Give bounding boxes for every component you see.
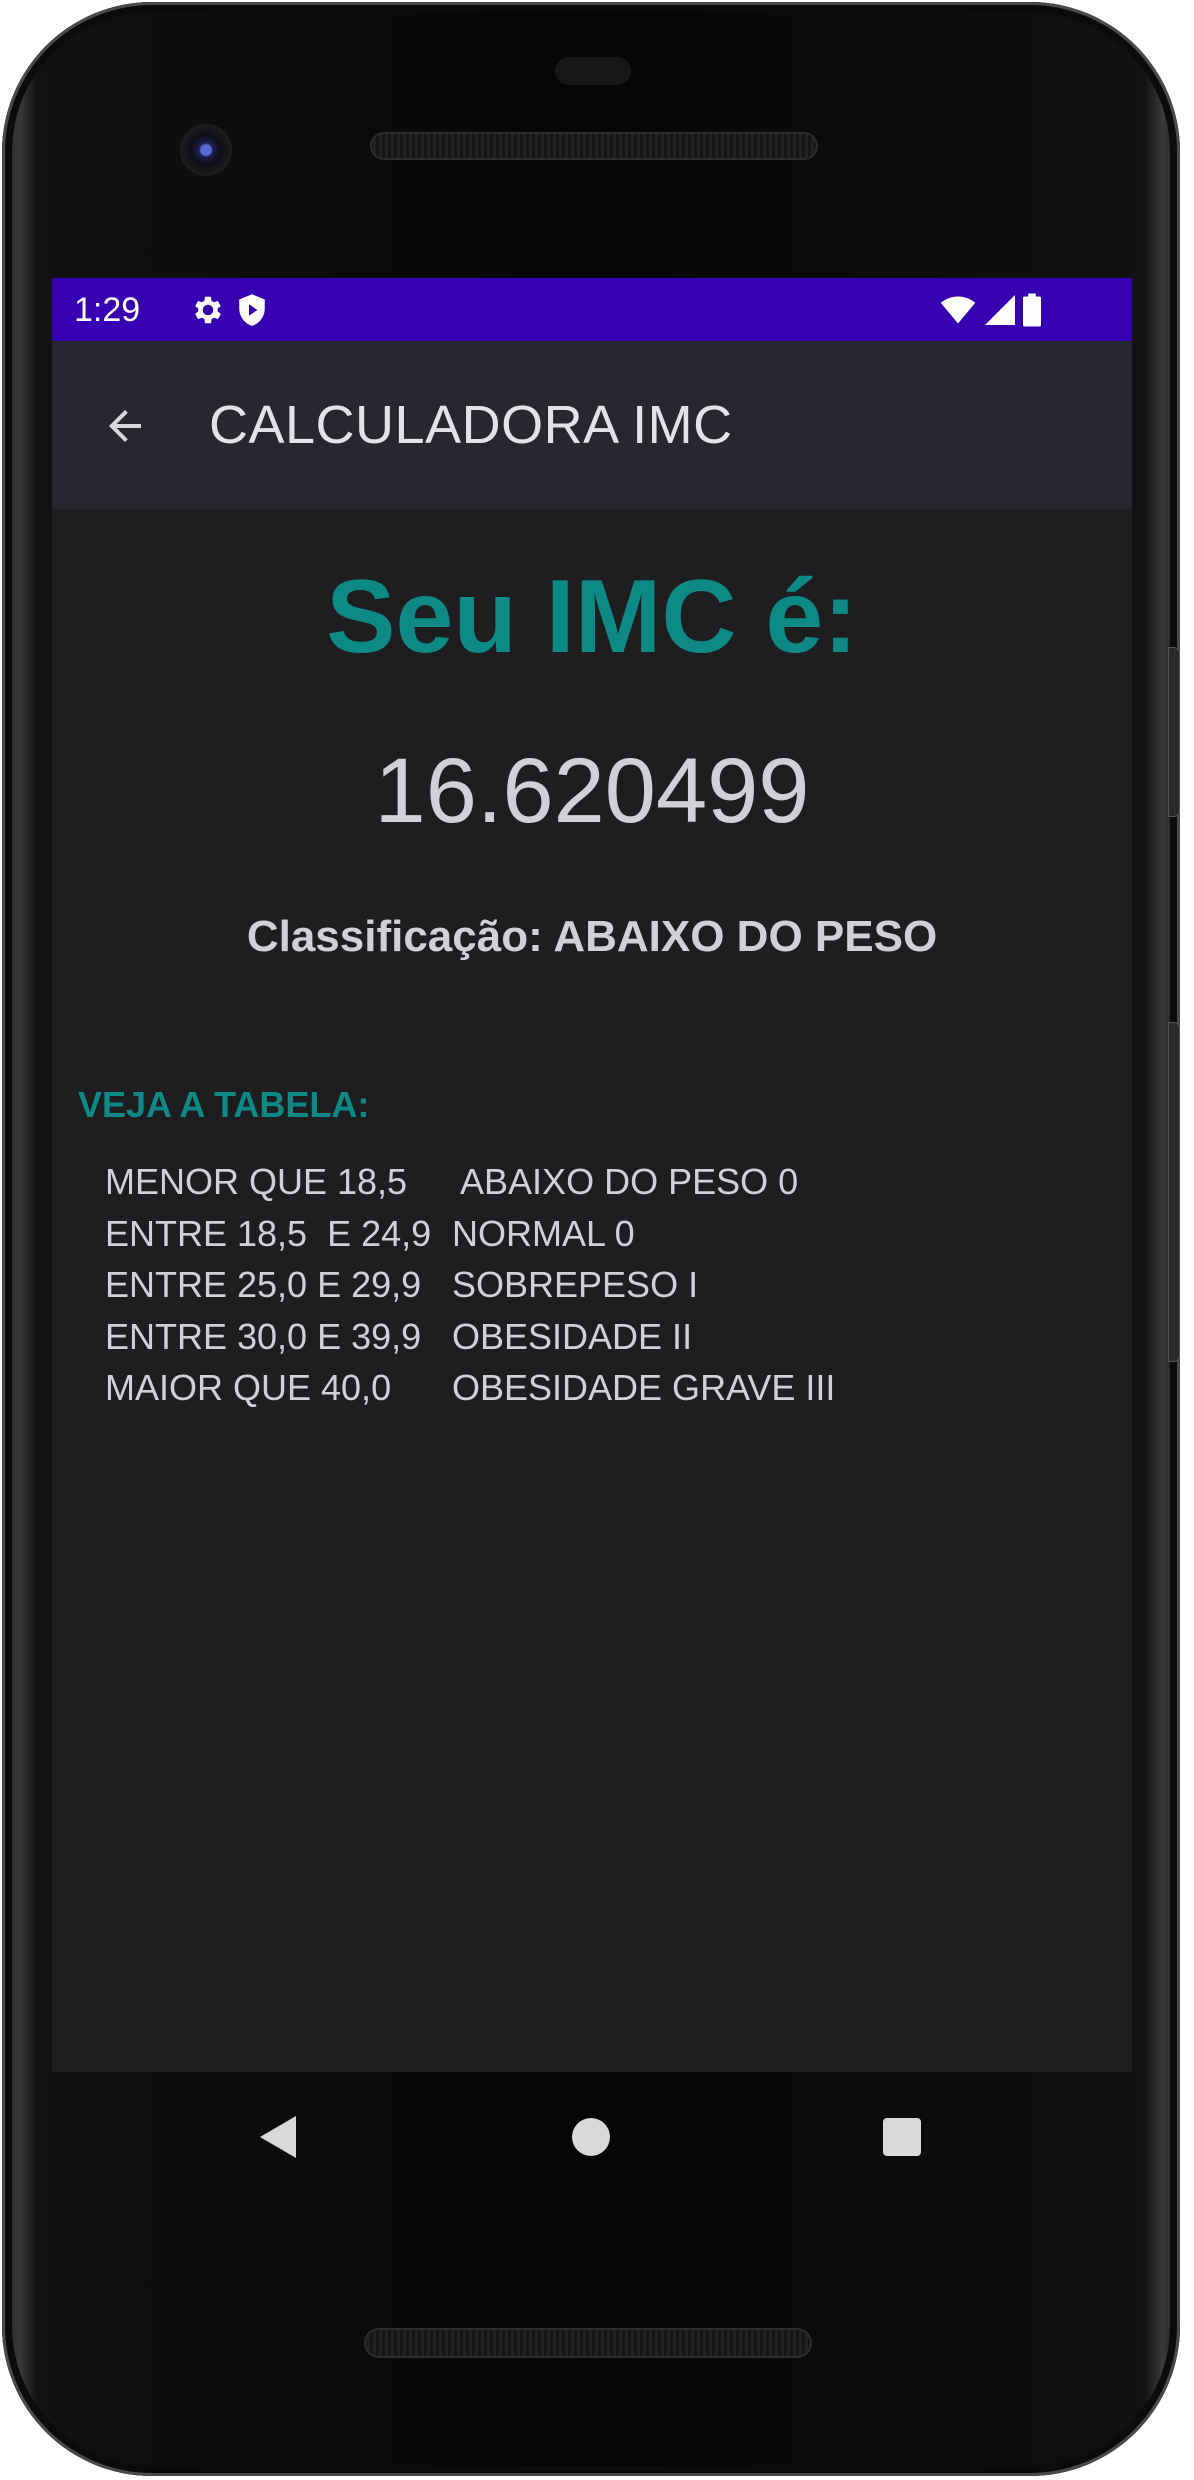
table-range: ENTRE 30,0 E 39,9 (105, 1315, 422, 1357)
status-bar: 1:29 (52, 278, 1132, 341)
gear-icon (190, 292, 226, 328)
imc-table: MENOR QUE 18,5 ABAIXO DO PESO 0 ENTRE 18… (105, 1159, 1085, 1417)
home-circle-icon[interactable] (551, 2097, 631, 2177)
table-range: MENOR QUE 18,5 (105, 1161, 408, 1202)
arrow-back-icon[interactable] (90, 391, 160, 461)
wifi-icon (938, 292, 978, 328)
table-range: MAIOR QUE 40,0 (105, 1367, 392, 1408)
table-row: MENOR QUE 18,5 ABAIXO DO PESO 0 (105, 1159, 1085, 1211)
table-row: ENTRE 30,0 E 39,9 OBESIDADE II (105, 1314, 1085, 1366)
front-camera (180, 124, 232, 176)
recents-square-icon[interactable] (862, 2097, 942, 2177)
cell-signal-icon (982, 292, 1018, 328)
battery-icon (1020, 292, 1044, 328)
imc-heading: Seu IMC é: (326, 559, 858, 675)
table-heading: VEJA A TABELA: (78, 1084, 370, 1125)
app-title: CALCULADORA IMC (209, 395, 733, 455)
top-speaker (370, 132, 818, 160)
status-time: 1:29 (74, 291, 141, 329)
power-button (1168, 647, 1180, 817)
classification-text: Classificação: ABAIXO DO PESO (246, 912, 938, 961)
table-row: MAIOR QUE 40,0 OBESIDADE GRAVE III (105, 1365, 1085, 1417)
imc-value: 16.620499 (374, 740, 810, 842)
table-range: ENTRE 25,0 E 29,9 (105, 1264, 422, 1305)
table-class: OBESIDADE II (452, 1315, 693, 1357)
shield-icon (234, 292, 270, 328)
table-class: OBESIDADE GRAVE III (452, 1367, 836, 1408)
bottom-speaker (364, 2328, 812, 2358)
table-class: SOBREPESO I (452, 1264, 699, 1305)
table-class: NORMAL 0 (452, 1212, 635, 1254)
table-row: ENTRE 25,0 E 29,9 SOBREPESO I (105, 1262, 1085, 1314)
system-nav-bar (52, 2072, 1132, 2202)
back-triangle-icon[interactable] (238, 2097, 318, 2177)
result-content: Seu IMC é: 16.620499 Classificação: ABAI… (52, 509, 1132, 2072)
sensor-slot (555, 57, 631, 85)
page: 1:29 CALCULADORA IMC Seu IMC é: 16.62049… (0, 0, 1194, 2480)
table-class: ABAIXO DO PESO 0 (452, 1161, 799, 1202)
volume-button (1168, 1022, 1180, 1362)
table-row: ENTRE 18,5 E 24,9 NORMAL 0 (105, 1211, 1085, 1263)
app-bar: CALCULADORA IMC (52, 341, 1132, 509)
table-range: ENTRE 18,5 E 24,9 (105, 1212, 432, 1254)
screen: 1:29 CALCULADORA IMC Seu IMC é: 16.62049… (52, 278, 1132, 2072)
